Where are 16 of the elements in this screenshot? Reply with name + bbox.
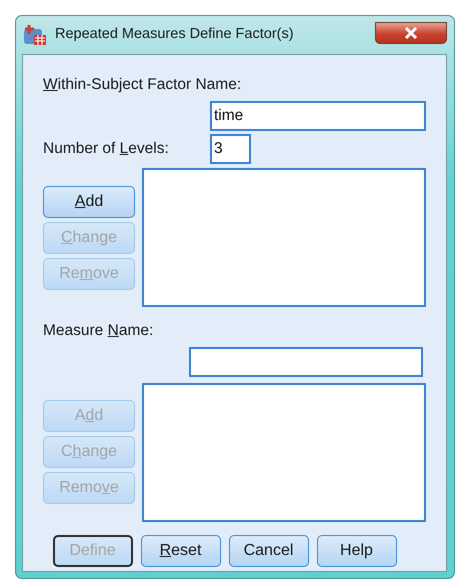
close-icon <box>404 27 418 39</box>
measure-list-box[interactable] <box>142 383 426 522</box>
factor-name-label: Within-Subject Factor Name: <box>43 76 242 93</box>
close-button[interactable] <box>375 22 447 44</box>
dialog-button[interactable]: Cancel <box>228 535 308 567</box>
factor-list-box[interactable] <box>142 168 426 307</box>
measure-name-label: Measure Name: <box>43 322 154 339</box>
levels-field[interactable]: 3 <box>210 134 251 164</box>
levels-label: Number of Levels: <box>43 139 170 159</box>
factor-name-field[interactable]: time <box>210 101 426 131</box>
window-title: Repeated Measures Define Factor(s) <box>55 25 294 44</box>
measure-name-field[interactable] <box>189 347 423 377</box>
dialog-button[interactable]: Help <box>316 535 396 567</box>
dialog-button[interactable]: Add <box>43 186 135 218</box>
app-icon <box>23 24 47 46</box>
dialog-button[interactable]: Reset <box>140 535 220 567</box>
